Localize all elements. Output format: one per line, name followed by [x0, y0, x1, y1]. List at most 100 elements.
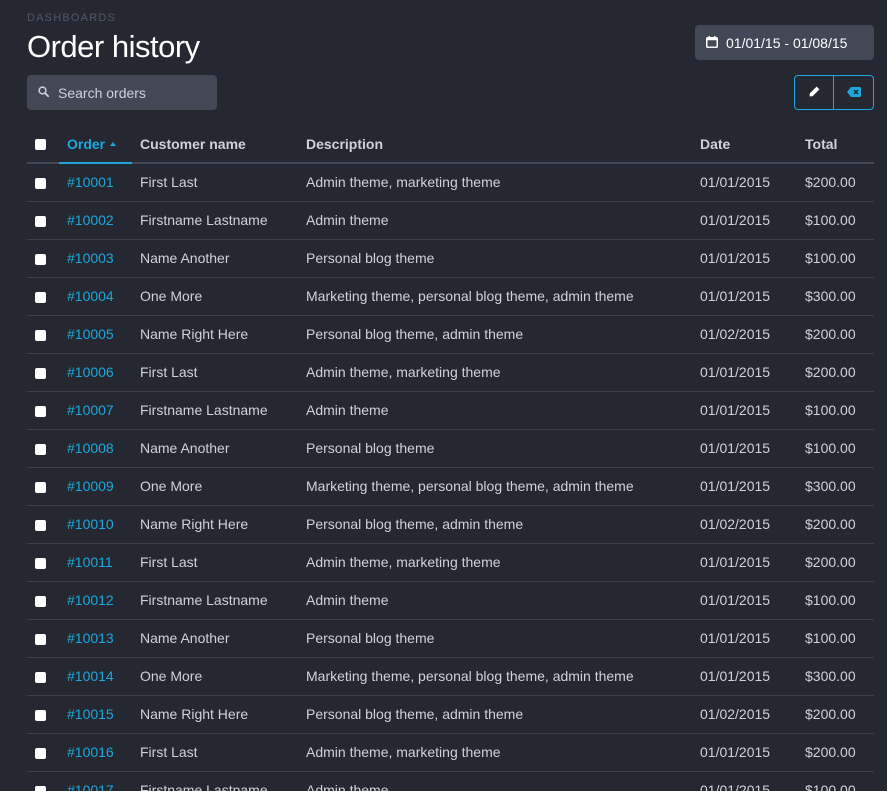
table-row[interactable]: #10003 Name Another Personal blog theme 01/… — [27, 239, 874, 278]
description-cell: Personal blog theme — [298, 619, 692, 658]
column-header-date[interactable]: Date — [692, 125, 797, 164]
row-checkbox[interactable] — [35, 367, 46, 379]
table-row[interactable]: #10012 Firstname Lastname Admin theme 01/01… — [27, 581, 874, 620]
order-id-cell: #10016 — [59, 733, 132, 772]
order-link[interactable]: #10011 — [67, 554, 113, 570]
order-id-cell: #10001 — [59, 163, 132, 202]
order-id-cell: #10013 — [59, 619, 132, 658]
description-cell: Personal blog theme — [298, 429, 692, 468]
date-cell: 01/01/2015 — [692, 543, 797, 582]
date-cell: 01/02/2015 — [692, 505, 797, 544]
row-checkbox[interactable] — [35, 405, 46, 417]
search-box[interactable] — [27, 75, 217, 110]
description-cell: Admin theme — [298, 771, 692, 791]
select-all-checkbox[interactable] — [35, 139, 46, 151]
row-checkbox[interactable] — [35, 747, 46, 759]
description-cell: Personal blog theme, admin theme — [298, 315, 692, 354]
customer-name-cell: One More — [132, 467, 298, 506]
customer-name-cell: Name Right Here — [132, 695, 298, 734]
table-row[interactable]: #10001 First Last Admin theme, marketing t… — [27, 163, 874, 202]
order-link[interactable]: #10005 — [67, 326, 114, 342]
customer-name-cell: First Last — [132, 543, 298, 582]
table-header-row: Order Customer name Description Date Tot… — [27, 125, 874, 164]
customer-name-cell: Firstname Lastname — [132, 581, 298, 620]
total-cell: $300.00 — [797, 657, 874, 696]
order-id-cell: #10009 — [59, 467, 132, 506]
description-cell: Admin theme — [298, 581, 692, 620]
row-checkbox[interactable] — [35, 481, 46, 493]
table-row[interactable]: #10014 One More Marketing theme, personal … — [27, 657, 874, 696]
order-link[interactable]: #10010 — [67, 516, 114, 532]
table-row[interactable]: #10007 Firstname Lastname Admin theme 01/01… — [27, 391, 874, 430]
description-cell: Marketing theme, personal blog theme, ad… — [298, 467, 692, 506]
order-id-cell: #10011 — [59, 543, 132, 582]
table-row[interactable]: #10004 One More Marketing theme, personal … — [27, 277, 874, 316]
total-cell: $200.00 — [797, 163, 874, 202]
pencil-icon — [809, 84, 820, 102]
order-link[interactable]: #10007 — [67, 402, 114, 418]
order-link[interactable]: #10004 — [67, 288, 114, 304]
table-row[interactable]: #10015 Name Right Here Personal blog theme… — [27, 695, 874, 734]
order-link[interactable]: #10014 — [67, 668, 114, 684]
edit-button[interactable] — [794, 75, 834, 110]
clear-button[interactable] — [834, 75, 874, 110]
total-cell: $300.00 — [797, 277, 874, 316]
table-row[interactable]: #10009 One More Marketing theme, personal … — [27, 467, 874, 506]
table-row[interactable]: #10005 Name Right Here Personal blog theme… — [27, 315, 874, 354]
search-input[interactable] — [58, 84, 208, 101]
customer-name-cell: First Last — [132, 163, 298, 202]
row-checkbox[interactable] — [35, 443, 46, 455]
order-link[interactable]: #10016 — [67, 744, 114, 760]
customer-name-cell: Name Another — [132, 239, 298, 278]
order-id-cell: #10014 — [59, 657, 132, 696]
column-header-description[interactable]: Description — [298, 125, 692, 164]
order-link[interactable]: #10012 — [67, 592, 114, 608]
row-checkbox[interactable] — [35, 633, 46, 645]
column-header-customer-name[interactable]: Customer name — [132, 125, 298, 164]
order-link[interactable]: #10017 — [67, 782, 114, 791]
row-checkbox[interactable] — [35, 178, 46, 190]
order-link[interactable]: #10008 — [67, 440, 114, 456]
row-checkbox-cell — [27, 315, 59, 354]
table-row[interactable]: #10002 Firstname Lastname Admin theme 01/01… — [27, 201, 874, 240]
table-row[interactable]: #10011 First Last Admin theme, marketing t… — [27, 543, 874, 582]
table-row[interactable]: #10016 First Last Admin theme, marketing t… — [27, 733, 874, 772]
total-cell: $100.00 — [797, 581, 874, 620]
date-cell: 01/01/2015 — [692, 201, 797, 240]
table-row[interactable]: #10013 Name Another Personal blog theme 01/… — [27, 619, 874, 658]
order-link[interactable]: #10002 — [67, 212, 114, 228]
row-checkbox[interactable] — [35, 785, 46, 791]
total-cell: $200.00 — [797, 733, 874, 772]
column-header-total[interactable]: Total — [797, 125, 874, 164]
order-link[interactable]: #10003 — [67, 250, 114, 266]
table-row[interactable]: #10006 First Last Admin theme, marketing t… — [27, 353, 874, 392]
row-checkbox[interactable] — [35, 253, 46, 265]
table-row[interactable]: #10010 Name Right Here Personal blog theme… — [27, 505, 874, 544]
order-link[interactable]: #10001 — [67, 174, 114, 190]
order-link[interactable]: #10015 — [67, 706, 114, 722]
date-range-picker[interactable]: 01/01/15 - 01/08/15 — [695, 25, 874, 60]
total-cell: $200.00 — [797, 543, 874, 582]
column-header-order[interactable]: Order — [59, 125, 132, 164]
table-row[interactable]: #10017 Firstname Lastname Admin theme 01/01… — [27, 771, 874, 791]
row-checkbox[interactable] — [35, 291, 46, 303]
row-checkbox[interactable] — [35, 671, 46, 683]
row-checkbox[interactable] — [35, 557, 46, 569]
row-checkbox-cell — [27, 619, 59, 658]
date-cell: 01/01/2015 — [692, 239, 797, 278]
row-checkbox[interactable] — [35, 519, 46, 531]
order-link[interactable]: #10006 — [67, 364, 114, 380]
table-row[interactable]: #10008 Name Another Personal blog theme 01/… — [27, 429, 874, 468]
row-checkbox-cell — [27, 239, 59, 278]
total-cell: $100.00 — [797, 391, 874, 430]
row-checkbox[interactable] — [35, 329, 46, 341]
order-link[interactable]: #10013 — [67, 630, 114, 646]
date-cell: 01/01/2015 — [692, 771, 797, 791]
row-checkbox[interactable] — [35, 709, 46, 721]
row-checkbox[interactable] — [35, 215, 46, 227]
order-link[interactable]: #10009 — [67, 478, 114, 494]
description-cell: Admin theme, marketing theme — [298, 353, 692, 392]
row-checkbox[interactable] — [35, 595, 46, 607]
date-cell: 01/02/2015 — [692, 695, 797, 734]
description-cell: Admin theme, marketing theme — [298, 543, 692, 582]
